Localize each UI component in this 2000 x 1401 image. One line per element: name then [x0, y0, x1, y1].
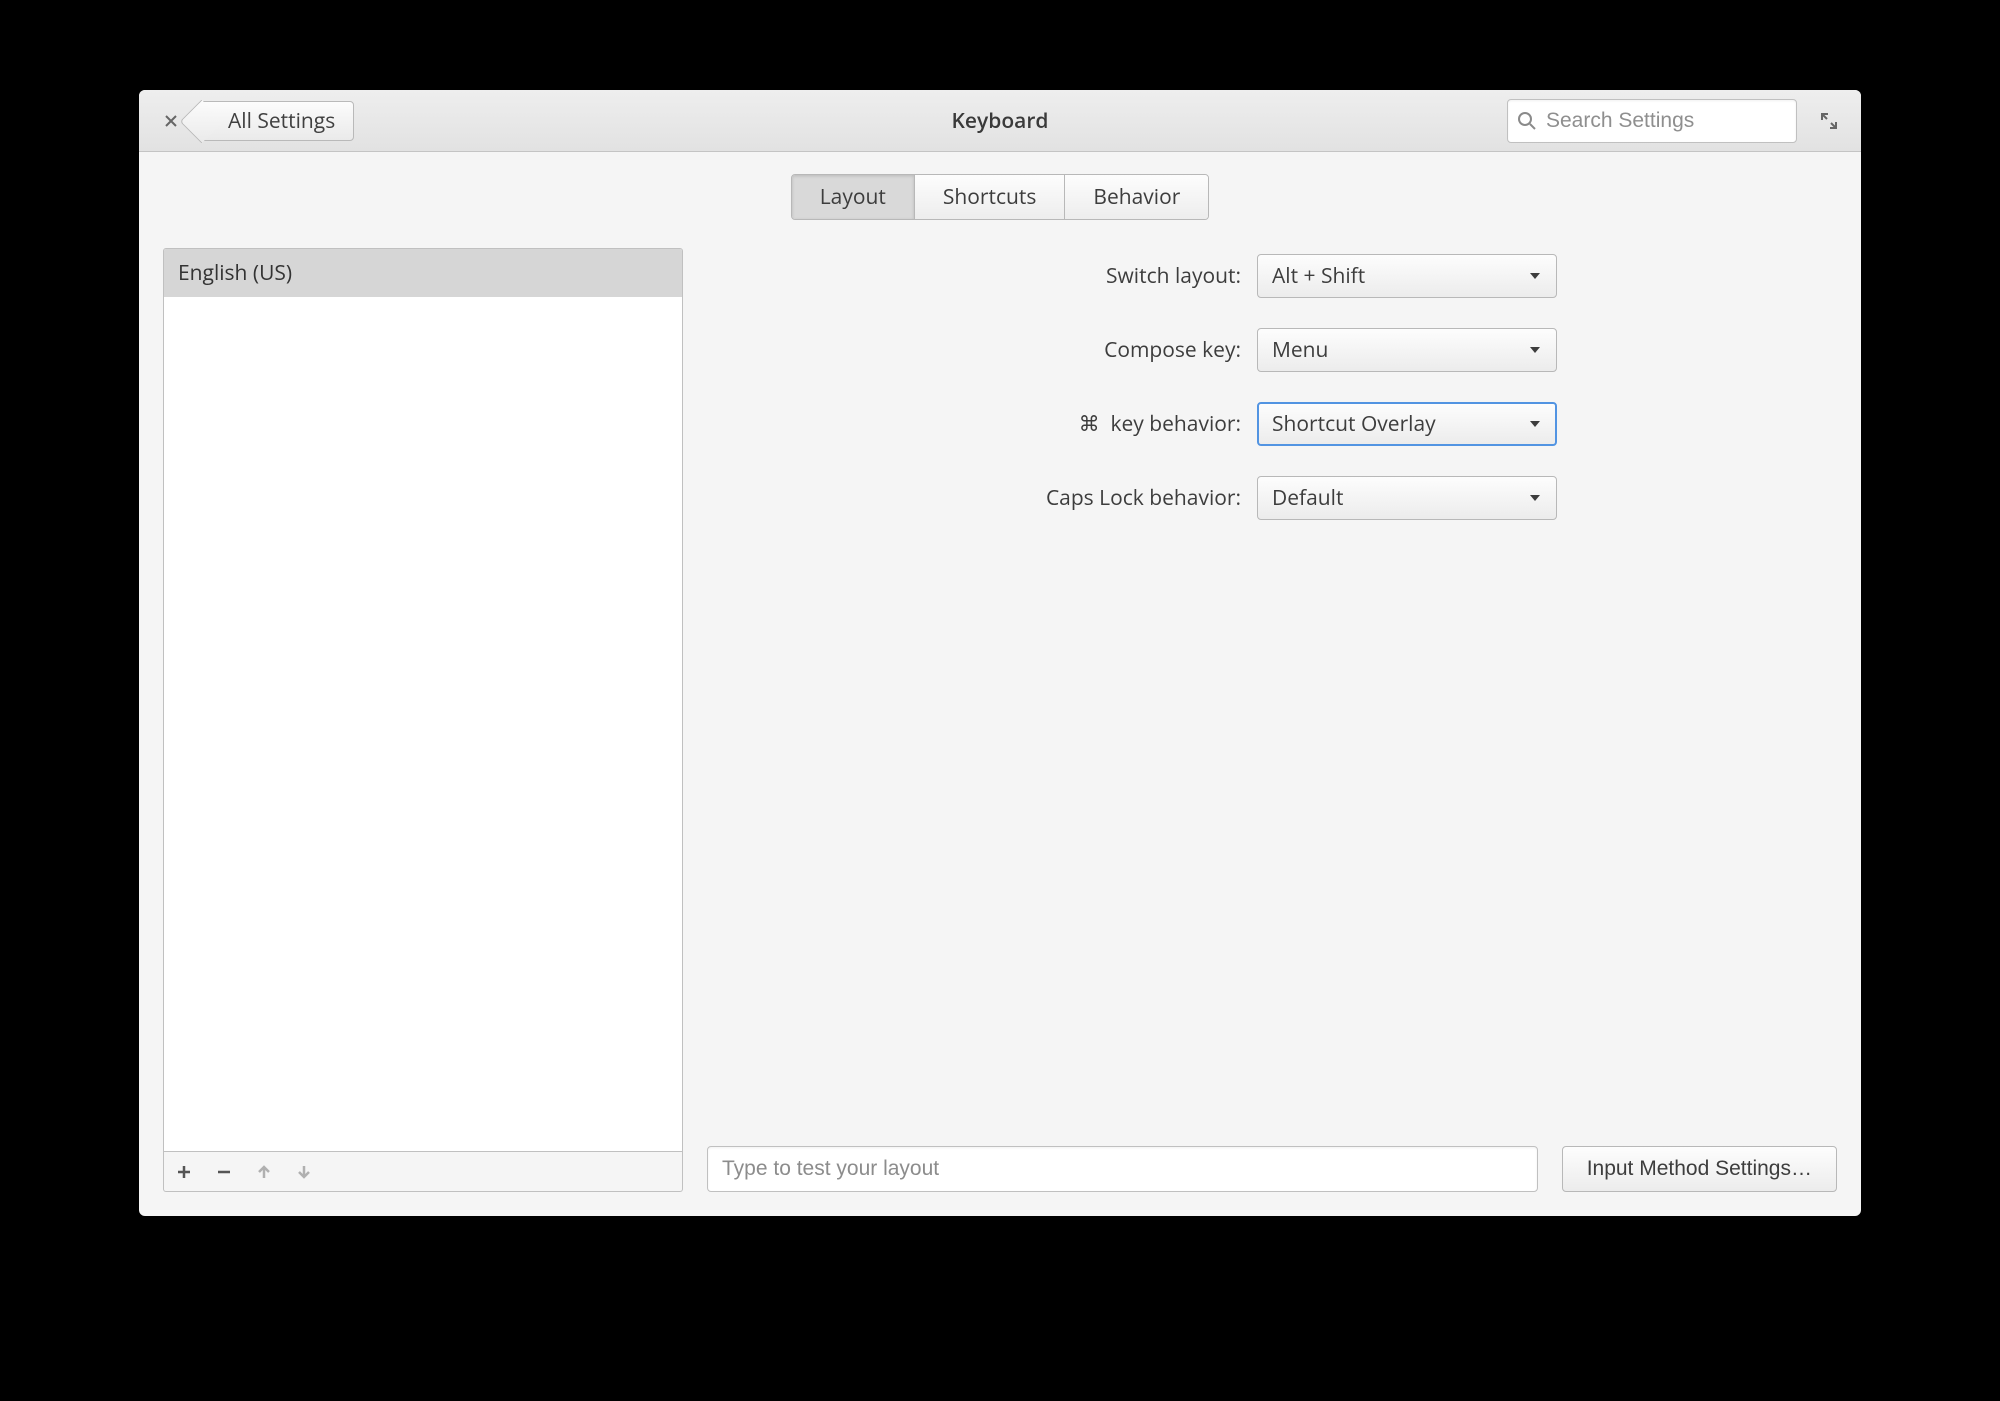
search-container: [1507, 99, 1797, 143]
close-icon: [163, 113, 179, 129]
switch-layout-row: Switch layout: Alt + Shift: [1106, 254, 1557, 298]
caps-lock-combo[interactable]: Default: [1257, 476, 1557, 520]
layout-sidebar: English (US): [163, 248, 683, 1192]
tabs-row: Layout Shortcuts Behavior: [139, 152, 1861, 230]
compose-key-label: Compose key:: [1104, 336, 1241, 364]
cmd-key-behavior-combo[interactable]: Shortcut Overlay: [1257, 402, 1557, 446]
content-area: Layout Shortcuts Behavior English (US): [139, 152, 1861, 1216]
titlebar: All Settings Keyboard: [139, 90, 1861, 152]
plus-icon: [176, 1164, 192, 1180]
chevron-down-icon: [1528, 343, 1542, 357]
right-area: Switch layout: Alt + Shift Compose key: …: [707, 248, 1837, 1192]
caps-lock-row: Caps Lock behavior: Default: [1046, 476, 1557, 520]
switch-layout-combo[interactable]: Alt + Shift: [1257, 254, 1557, 298]
layout-toolbar: [163, 1152, 683, 1192]
chevron-down-icon: [1528, 417, 1542, 431]
settings-window: All Settings Keyboard Layout Shortcuts: [139, 90, 1861, 1216]
tab-shortcuts[interactable]: Shortcuts: [915, 175, 1066, 219]
arrow-up-icon: [256, 1164, 272, 1180]
remove-layout-button[interactable]: [212, 1160, 236, 1184]
tabs: Layout Shortcuts Behavior: [791, 174, 1210, 220]
tab-layout[interactable]: Layout: [792, 175, 915, 219]
main-area: English (US): [139, 230, 1861, 1216]
layout-list-item[interactable]: English (US): [164, 249, 682, 297]
tab-behavior[interactable]: Behavior: [1065, 175, 1208, 219]
window-title: Keyboard: [952, 107, 1049, 135]
compose-key-combo[interactable]: Menu: [1257, 328, 1557, 372]
move-up-button: [252, 1160, 276, 1184]
input-method-settings-button[interactable]: Input Method Settings…: [1562, 1146, 1837, 1192]
settings-rows: Switch layout: Alt + Shift Compose key: …: [707, 248, 1557, 520]
switch-layout-value: Alt + Shift: [1272, 262, 1365, 290]
layout-list[interactable]: English (US): [163, 248, 683, 1152]
compose-key-value: Menu: [1272, 336, 1328, 364]
chevron-down-icon: [1528, 269, 1542, 283]
command-icon: ⌘: [1079, 410, 1100, 438]
bottom-row: Input Method Settings…: [707, 1146, 1837, 1192]
arrow-down-icon: [296, 1164, 312, 1180]
cmd-key-behavior-row: ⌘ key behavior: Shortcut Overlay: [1079, 402, 1557, 446]
maximize-icon: [1820, 112, 1838, 130]
search-input[interactable]: [1507, 99, 1797, 143]
cmd-key-behavior-value: Shortcut Overlay: [1272, 410, 1436, 438]
minus-icon: [216, 1164, 232, 1180]
header-right: [1507, 99, 1847, 143]
maximize-button[interactable]: [1811, 103, 1847, 139]
move-down-button: [292, 1160, 316, 1184]
compose-key-row: Compose key: Menu: [1104, 328, 1557, 372]
add-layout-button[interactable]: [172, 1160, 196, 1184]
back-all-settings-button[interactable]: All Settings: [199, 101, 354, 141]
switch-layout-label: Switch layout:: [1106, 262, 1241, 290]
caps-lock-value: Default: [1272, 484, 1343, 512]
back-label: All Settings: [228, 107, 335, 135]
cmd-key-behavior-label: ⌘ key behavior:: [1079, 410, 1241, 438]
caps-lock-label: Caps Lock behavior:: [1046, 484, 1241, 512]
chevron-down-icon: [1528, 491, 1542, 505]
test-layout-input[interactable]: [707, 1146, 1538, 1192]
